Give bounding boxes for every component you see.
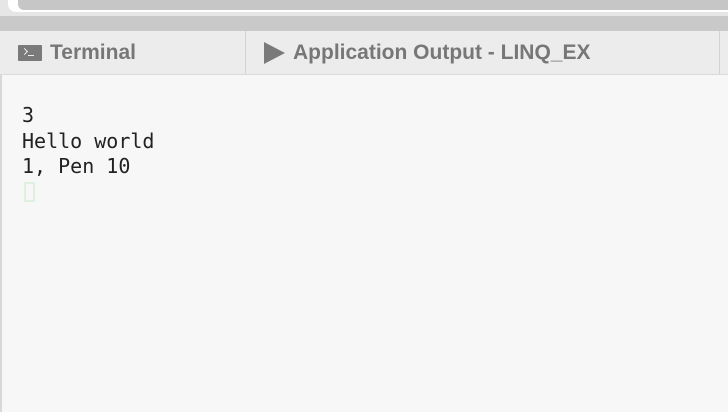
console-line: 3 <box>22 103 35 127</box>
scrollbar-thumb[interactable] <box>18 0 728 10</box>
bottom-pad-tab-bar: Terminal Application Output - LINQ_EX <box>0 31 728 75</box>
ide-window: Terminal Application Output - LINQ_EX 3 … <box>0 0 728 412</box>
application-output-console[interactable]: 3 Hello world 1, Pen 10 <box>0 75 728 412</box>
tab-application-output-label: Application Output - LINQ_EX <box>293 40 591 64</box>
play-icon <box>264 41 285 64</box>
console-line: Hello world <box>22 128 155 153</box>
horizontal-scrollbar[interactable] <box>8 0 728 12</box>
tab-application-output[interactable]: Application Output - LINQ_EX <box>246 31 720 74</box>
terminal-icon <box>18 44 42 61</box>
top-panel-area <box>0 0 728 31</box>
panel-divider[interactable] <box>0 16 728 31</box>
tab-terminal-label: Terminal <box>50 40 136 64</box>
text-cursor <box>24 181 35 202</box>
console-line: 1, Pen 10 <box>22 154 131 178</box>
console-output: 3 Hello world 1, Pen 10 <box>22 103 154 202</box>
tab-terminal[interactable]: Terminal <box>0 31 246 74</box>
